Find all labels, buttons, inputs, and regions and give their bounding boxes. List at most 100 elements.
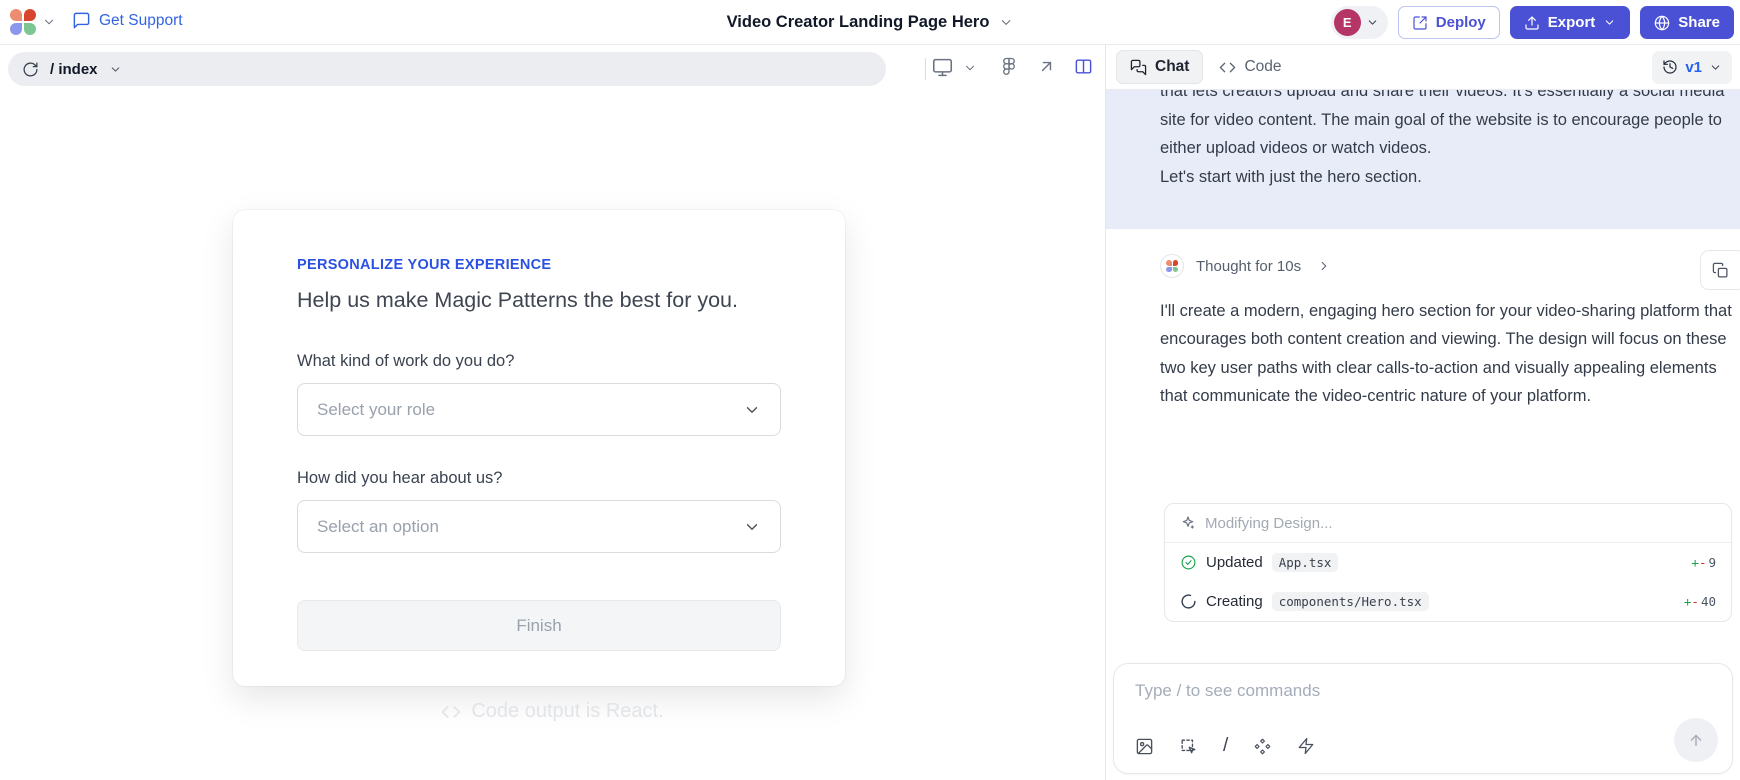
- account-menu[interactable]: E: [1331, 6, 1388, 39]
- personalize-modal: PERSONALIZE YOUR EXPERIENCE Help us make…: [233, 210, 845, 686]
- toolbar-divider: [925, 58, 926, 80]
- chat-input[interactable]: [1135, 681, 1635, 701]
- open-new-window-icon[interactable]: [1037, 57, 1056, 76]
- task-row[interactable]: Creating components/Hero.tsx + - 40: [1165, 582, 1731, 621]
- select-area-icon[interactable]: [1179, 737, 1198, 756]
- thought-toggle[interactable]: Thought for 10s: [1160, 254, 1331, 278]
- deploy-button[interactable]: Deploy: [1398, 6, 1500, 39]
- top-header: Get Support Video Creator Landing Page H…: [0, 0, 1740, 45]
- chevron-down-icon[interactable]: [42, 15, 56, 29]
- task-row[interactable]: Updated App.tsx + - 9: [1165, 543, 1731, 582]
- app-window: Get Support Video Creator Landing Page H…: [0, 0, 1740, 780]
- assistant-response: I'll create a modern, engaging hero sect…: [1160, 297, 1737, 411]
- diff-minus: -: [1691, 594, 1699, 609]
- code-brackets-icon: [1219, 59, 1236, 76]
- share-button[interactable]: Share: [1640, 6, 1734, 39]
- chat-panel-tabbar: Chat Code v1: [1106, 45, 1740, 90]
- sparkle-icon: [1180, 515, 1196, 531]
- canvas-note-label: Code output is React.: [471, 700, 663, 723]
- tab-chat-label: Chat: [1155, 58, 1189, 76]
- external-link-icon: [1412, 15, 1428, 31]
- chevron-down-icon[interactable]: [963, 61, 977, 75]
- project-title-label: Video Creator Landing Page Hero: [727, 13, 990, 32]
- role-select-placeholder: Select your role: [317, 400, 435, 420]
- figma-icon[interactable]: [1000, 57, 1018, 75]
- thought-label: Thought for 10s: [1196, 258, 1301, 275]
- image-attach-icon[interactable]: [1135, 737, 1154, 756]
- task-verb: Creating: [1206, 593, 1263, 610]
- tab-code[interactable]: Code: [1219, 58, 1281, 76]
- diff-minus: -: [1699, 555, 1707, 570]
- avatar: E: [1334, 9, 1361, 36]
- diff-stats: + - 9: [1691, 555, 1716, 570]
- version-label: v1: [1685, 59, 1702, 76]
- canvas-framework-note: Code output is React.: [0, 700, 1105, 723]
- chevron-right-icon: [1317, 259, 1331, 273]
- zap-icon[interactable]: [1297, 737, 1315, 755]
- diamond-shapes-icon[interactable]: [1253, 737, 1272, 756]
- user-message: that lets creators upload and share thei…: [1106, 90, 1740, 229]
- deploy-label: Deploy: [1436, 14, 1486, 31]
- diff-count: 40: [1701, 594, 1716, 609]
- route-path-label[interactable]: / index: [50, 61, 98, 78]
- globe-icon: [1654, 15, 1670, 31]
- slash-command-icon[interactable]: /: [1223, 735, 1228, 757]
- assistant-avatar: [1160, 254, 1184, 278]
- export-label: Export: [1548, 14, 1596, 31]
- code-brackets-icon: [441, 702, 461, 722]
- arrow-up-icon: [1687, 731, 1705, 749]
- preview-url-bar[interactable]: / index: [8, 52, 886, 86]
- role-question-label: What kind of work do you do?: [297, 352, 781, 371]
- diff-plus: +: [1691, 555, 1699, 570]
- chevron-down-icon: [1709, 61, 1722, 74]
- chevron-down-icon: [998, 15, 1013, 30]
- export-button[interactable]: Export: [1510, 6, 1631, 39]
- chevron-down-icon[interactable]: [109, 63, 122, 76]
- task-verb: Updated: [1206, 554, 1263, 571]
- modal-heading: Help us make Magic Patterns the best for…: [297, 288, 781, 313]
- magic-patterns-logo-icon[interactable]: [10, 9, 36, 35]
- hear-select[interactable]: Select an option: [297, 500, 781, 553]
- hear-question-label: How did you hear about us?: [297, 469, 781, 488]
- split-view-icon[interactable]: [1074, 57, 1093, 76]
- copy-icon: [1712, 262, 1729, 279]
- finish-button[interactable]: Finish: [297, 600, 781, 651]
- tab-chat[interactable]: Chat: [1116, 50, 1203, 84]
- chevron-down-icon: [743, 401, 761, 419]
- task-file-chip: components/Hero.tsx: [1272, 592, 1429, 611]
- share-label: Share: [1678, 14, 1720, 31]
- spinner-icon: [1180, 593, 1197, 610]
- chevron-down-icon: [743, 518, 761, 536]
- messages-icon: [1130, 59, 1147, 76]
- project-title[interactable]: Video Creator Landing Page Hero: [727, 0, 1014, 45]
- composer-toolbar: /: [1135, 735, 1315, 757]
- device-preview-monitor-icon[interactable]: [932, 57, 953, 78]
- user-message-p1: that lets creators upload and share thei…: [1160, 90, 1734, 163]
- header-actions: E Deploy Export: [1331, 6, 1734, 39]
- get-support-label: Get Support: [99, 12, 183, 30]
- tab-code-label: Code: [1244, 58, 1281, 76]
- history-icon: [1662, 59, 1678, 75]
- task-progress-card: Modifying Design... Updated App.tsx + - …: [1164, 503, 1732, 622]
- version-selector[interactable]: v1: [1652, 51, 1732, 84]
- hear-select-placeholder: Select an option: [317, 517, 439, 537]
- chevron-down-icon: [1603, 16, 1616, 29]
- role-select[interactable]: Select your role: [297, 383, 781, 436]
- chat-bubble-icon: [72, 11, 91, 30]
- diff-plus: +: [1684, 594, 1692, 609]
- check-circle-icon: [1180, 554, 1197, 571]
- diff-count: 9: [1708, 555, 1716, 570]
- chevron-down-icon: [1366, 16, 1379, 29]
- upload-icon: [1524, 15, 1540, 31]
- refresh-icon[interactable]: [22, 61, 39, 78]
- task-file-chip: App.tsx: [1272, 553, 1339, 572]
- send-button[interactable]: [1674, 718, 1718, 762]
- modal-eyebrow: PERSONALIZE YOUR EXPERIENCE: [297, 257, 781, 273]
- task-card-title: Modifying Design...: [1205, 515, 1333, 532]
- diff-stats: + - 40: [1684, 594, 1716, 609]
- user-message-p2: Let's start with just the hero section.: [1160, 163, 1734, 192]
- chat-composer: /: [1113, 663, 1733, 774]
- copy-message-button[interactable]: [1700, 250, 1740, 290]
- task-card-header: Modifying Design...: [1165, 504, 1731, 543]
- get-support-link[interactable]: Get Support: [72, 11, 183, 30]
